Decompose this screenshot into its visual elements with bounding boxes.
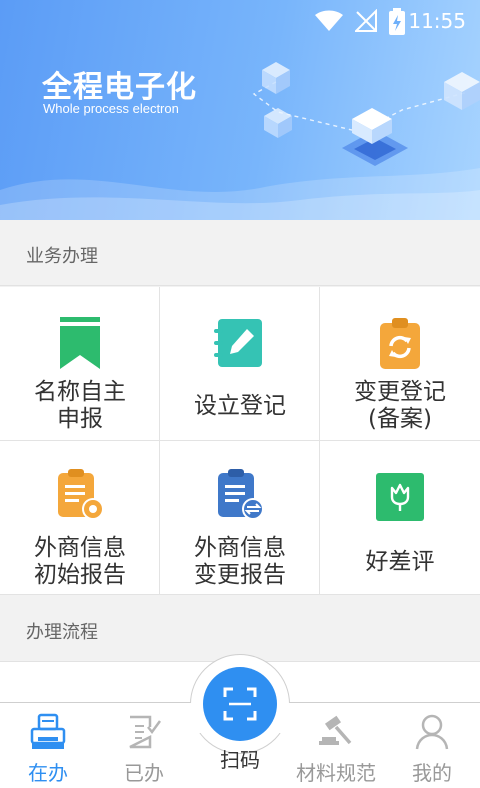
cubes-illustration bbox=[252, 62, 480, 166]
status-time: 11:55 bbox=[408, 9, 466, 33]
hero-subtitle: Whole process electron bbox=[43, 101, 179, 116]
tab-mine[interactable]: 我的 bbox=[384, 703, 480, 788]
flower-icon bbox=[376, 473, 424, 521]
tab-label: 已办 bbox=[124, 761, 164, 785]
clipboard-exchange-icon bbox=[218, 469, 264, 520]
clipboard-refresh-icon bbox=[380, 318, 420, 369]
hero-title: 全程电子化 bbox=[42, 70, 197, 105]
section-title-process: 办理流程 bbox=[26, 622, 98, 643]
service-label: 好差评 bbox=[365, 549, 435, 575]
tab-label: 材料规范 bbox=[296, 761, 376, 785]
section-title-business: 业务办理 bbox=[26, 246, 98, 267]
hero-banner: 11:55 全程电子化 Whole process electron bbox=[0, 0, 480, 220]
scan-icon bbox=[223, 687, 257, 721]
wifi-icon bbox=[315, 10, 343, 31]
tab-material-spec[interactable]: 材料规范 bbox=[288, 703, 384, 788]
section-header-business: 业务办理 bbox=[0, 220, 480, 286]
notebook-pen-icon bbox=[214, 319, 262, 367]
service-label: 外商信息 变更报告 bbox=[194, 535, 286, 588]
status-bar: 11:55 bbox=[0, 0, 480, 42]
tab-scan-label[interactable]: 扫码 bbox=[190, 744, 290, 773]
service-foreign-change-report[interactable]: 外商信息 变更报告 bbox=[160, 441, 320, 595]
tab-label: 在办 bbox=[28, 761, 68, 785]
section-header-process: 办理流程 bbox=[0, 596, 480, 662]
scan-button[interactable] bbox=[203, 667, 277, 741]
document-check-icon bbox=[129, 715, 162, 749]
service-label: 设立登记 bbox=[194, 393, 286, 419]
clipboard-stamp-icon bbox=[58, 469, 104, 520]
printer-icon bbox=[30, 713, 66, 749]
service-establish-registration[interactable]: 设立登记 bbox=[160, 287, 320, 441]
battery-charging-icon bbox=[389, 8, 405, 35]
service-change-registration[interactable]: 变更登记 (备案) bbox=[320, 287, 480, 441]
tab-done[interactable]: 已办 bbox=[96, 703, 192, 788]
service-foreign-initial-report[interactable]: 外商信息 初始报告 bbox=[0, 441, 160, 595]
signal-off-icon bbox=[355, 9, 377, 32]
gavel-icon bbox=[319, 715, 352, 745]
service-label: 变更登记 (备案) bbox=[354, 379, 446, 432]
bookmark-icon bbox=[60, 317, 100, 369]
service-name-declaration[interactable]: 名称自主 申报 bbox=[0, 287, 160, 441]
service-evaluation[interactable]: 好差评 bbox=[320, 441, 480, 595]
tab-label: 我的 bbox=[412, 761, 452, 785]
service-label: 外商信息 初始报告 bbox=[34, 535, 126, 588]
user-icon bbox=[415, 714, 449, 750]
tab-in-progress[interactable]: 在办 bbox=[0, 703, 96, 788]
service-grid: 名称自主 申报 设立登记 变更登记 (备案) 外商信息 初始报告 外商信息 变更… bbox=[0, 287, 480, 595]
service-label: 名称自主 申报 bbox=[34, 379, 126, 432]
